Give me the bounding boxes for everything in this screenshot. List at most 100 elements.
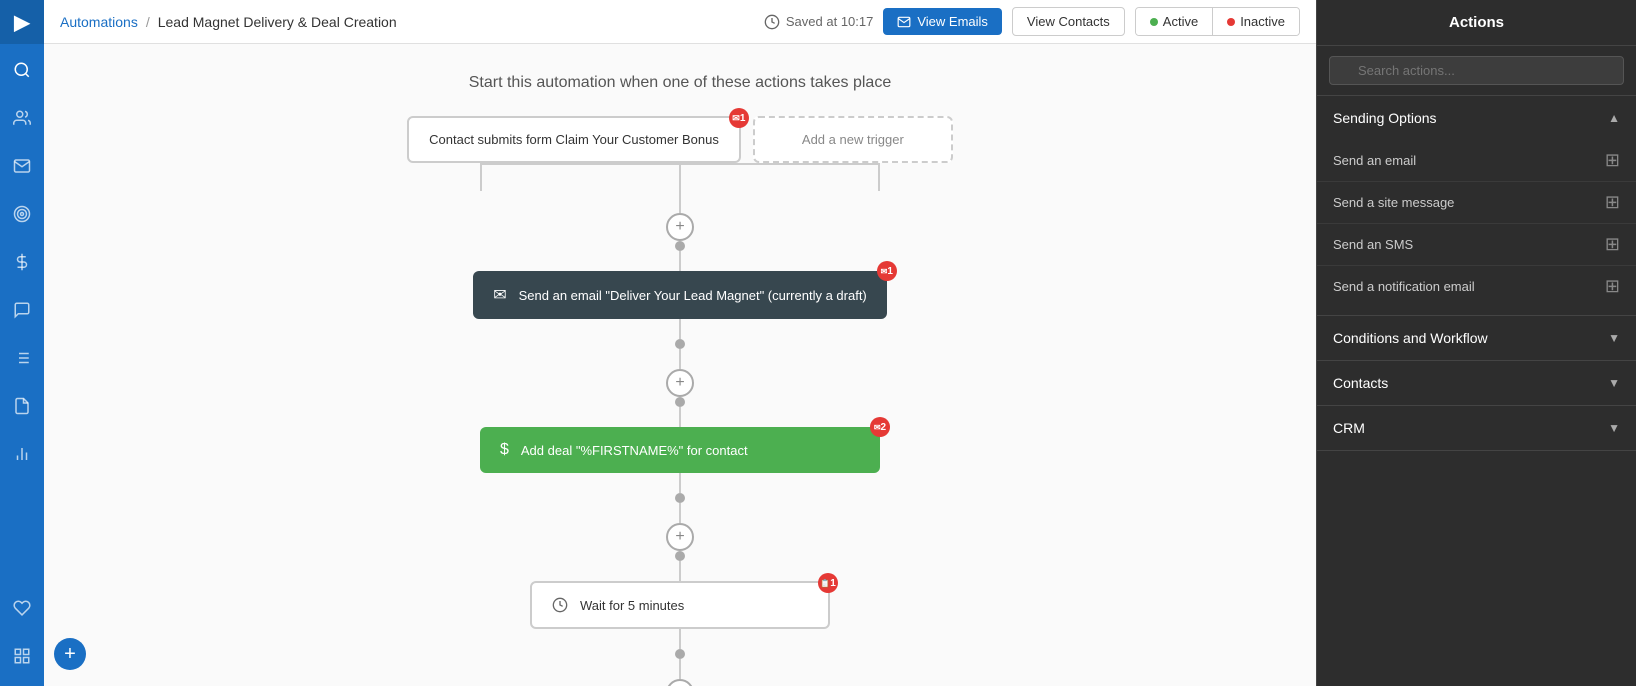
status-group: Active Inactive — [1135, 7, 1300, 36]
sidebar-item-messages[interactable] — [0, 288, 44, 332]
active-dot — [1150, 18, 1158, 26]
panel-item-sms-add[interactable]: ⊞ — [1605, 234, 1620, 255]
panel-title: Actions — [1449, 14, 1504, 31]
deal-action-label: Add deal "%FIRSTNAME%" for contact — [521, 443, 748, 458]
sidebar-logo[interactable]: ▶ — [0, 0, 44, 44]
panel-item-send-email[interactable]: Send an email ⊞ — [1317, 140, 1636, 182]
add-trigger-label: Add a new trigger — [802, 132, 904, 147]
sidebar-item-contacts[interactable] — [0, 96, 44, 140]
wait-action-box[interactable]: Wait for 5 minutes 📋1 — [530, 581, 830, 629]
active-button[interactable]: Active — [1136, 8, 1213, 35]
panel-item-notification-email-label: Send a notification email — [1333, 279, 1475, 294]
add-trigger-box[interactable]: Add a new trigger — [753, 116, 953, 163]
view-emails-label: View Emails — [917, 14, 988, 29]
merge-line-left-vert — [480, 163, 482, 191]
merge-line-right — [680, 163, 880, 165]
connector-dot-6 — [675, 649, 685, 659]
active-label: Active — [1163, 14, 1198, 29]
panel-item-send-email-label: Send an email — [1333, 153, 1416, 168]
view-emails-button[interactable]: View Emails — [883, 8, 1002, 35]
sidebar-item-lists[interactable] — [0, 336, 44, 380]
topbar-actions: Saved at 10:17 View Emails View Contacts… — [764, 7, 1300, 36]
sidebar-item-reports[interactable] — [0, 432, 44, 476]
sending-options-label: Sending Options — [1333, 110, 1437, 126]
connector-line-5 — [679, 473, 681, 493]
connector-dot-2 — [675, 339, 685, 349]
contacts-header[interactable]: Contacts ▼ — [1317, 361, 1636, 405]
search-input[interactable] — [1329, 56, 1624, 85]
crm-header[interactable]: CRM ▼ — [1317, 406, 1636, 450]
flow-container: Contact submits form Claim Your Customer… — [407, 116, 953, 686]
connector-4 — [675, 473, 685, 523]
contacts-label: Contacts — [1333, 375, 1388, 391]
saved-indicator: Saved at 10:17 — [764, 14, 873, 30]
deal-action-badge: ✉2 — [870, 417, 890, 437]
wait-action-badge: 📋1 — [818, 573, 838, 593]
sending-options-items: Send an email ⊞ Send a site message ⊞ Se… — [1317, 140, 1636, 315]
right-panel: Actions 🔍 Sending Options ▲ Send an emai… — [1316, 0, 1636, 686]
panel-item-site-message-add[interactable]: ⊞ — [1605, 192, 1620, 213]
connector-line-4 — [679, 407, 681, 427]
connector-dot-1 — [675, 241, 685, 251]
sidebar-item-targets[interactable] — [0, 192, 44, 236]
sending-options-section: Sending Options ▲ Send an email ⊞ Send a… — [1317, 96, 1636, 316]
plus-btn-1[interactable]: + — [666, 213, 694, 241]
connector-5 — [675, 551, 685, 581]
plus-btn-4[interactable]: + — [666, 679, 694, 686]
connector-line-8 — [679, 629, 681, 649]
sending-options-header[interactable]: Sending Options ▲ — [1317, 96, 1636, 140]
breadcrumb-sep: / — [146, 14, 150, 30]
plus-btn-2[interactable]: + — [666, 369, 694, 397]
connector-dot-4 — [675, 493, 685, 503]
connector-dot-3 — [675, 397, 685, 407]
conditions-workflow-section: Conditions and Workflow ▼ — [1317, 316, 1636, 361]
connector-line-3 — [679, 349, 681, 369]
sending-options-chevron: ▲ — [1608, 111, 1620, 125]
sidebar-item-pages[interactable] — [0, 384, 44, 428]
sidebar-item-search[interactable] — [0, 48, 44, 92]
merge-line-left — [480, 163, 680, 165]
sidebar-item-deals[interactable] — [0, 240, 44, 284]
contacts-chevron: ▼ — [1608, 376, 1620, 390]
view-contacts-button[interactable]: View Contacts — [1012, 7, 1125, 36]
trigger-label: Contact submits form Claim Your Customer… — [429, 132, 719, 147]
saved-text: Saved at 10:17 — [786, 14, 873, 29]
sidebar-item-settings[interactable] — [0, 634, 44, 678]
merge-line-center — [679, 163, 681, 213]
connector-line-6 — [679, 503, 681, 523]
panel-item-send-email-add[interactable]: ⊞ — [1605, 150, 1620, 171]
conditions-workflow-header[interactable]: Conditions and Workflow ▼ — [1317, 316, 1636, 360]
sidebar-item-emails[interactable] — [0, 144, 44, 188]
connector-line-1 — [679, 251, 681, 271]
deal-action-icon: $ — [500, 441, 509, 459]
search-box: 🔍 — [1317, 46, 1636, 96]
panel-item-site-message-label: Send a site message — [1333, 195, 1454, 210]
connector-dot-5 — [675, 551, 685, 561]
panel-item-site-message[interactable]: Send a site message ⊞ — [1317, 182, 1636, 224]
wait-clock-icon — [552, 597, 568, 613]
search-wrapper: 🔍 — [1329, 56, 1624, 85]
crm-label: CRM — [1333, 420, 1365, 436]
email-action-box[interactable]: ✉ Send an email "Deliver Your Lead Magne… — [473, 271, 887, 319]
inactive-button[interactable]: Inactive — [1213, 8, 1299, 35]
canvas-title: Start this automation when one of these … — [469, 74, 891, 92]
breadcrumb-title: Lead Magnet Delivery & Deal Creation — [158, 14, 397, 30]
contacts-section: Contacts ▼ — [1317, 361, 1636, 406]
canvas-area: Start this automation when one of these … — [44, 44, 1316, 686]
plus-btn-3[interactable]: + — [666, 523, 694, 551]
deal-action-box[interactable]: $ Add deal "%FIRSTNAME%" for contact ✉2 — [480, 427, 880, 473]
sidebar-item-favorites[interactable] — [0, 586, 44, 630]
breadcrumb-automations[interactable]: Automations — [60, 14, 138, 30]
panel-item-notification-email[interactable]: Send a notification email ⊞ — [1317, 266, 1636, 307]
bottom-add-button[interactable]: + — [54, 638, 86, 670]
email-icon — [897, 15, 911, 29]
inactive-label: Inactive — [1240, 14, 1285, 29]
email-action-label: Send an email "Deliver Your Lead Magnet"… — [519, 288, 867, 303]
email-action-badge: ✉1 — [877, 261, 897, 281]
panel-item-notification-email-add[interactable]: ⊞ — [1605, 276, 1620, 297]
logo-icon: ▶ — [14, 10, 29, 35]
trigger-box[interactable]: Contact submits form Claim Your Customer… — [407, 116, 741, 163]
main-content: Automations / Lead Magnet Delivery & Dea… — [44, 0, 1316, 686]
conditions-workflow-label: Conditions and Workflow — [1333, 330, 1488, 346]
panel-item-sms[interactable]: Send an SMS ⊞ — [1317, 224, 1636, 266]
